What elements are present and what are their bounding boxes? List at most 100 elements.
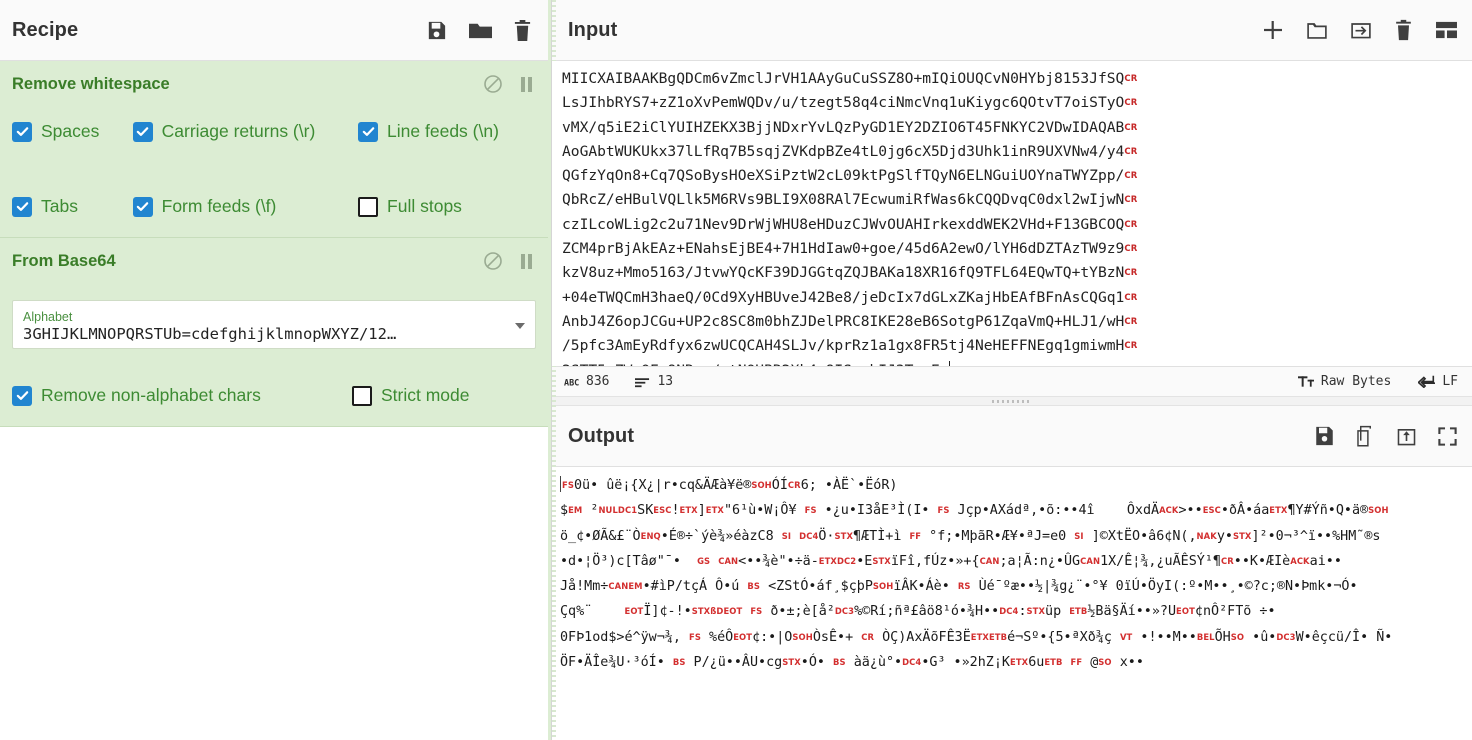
input-encoding-group[interactable]: Raw Bytes bbox=[1297, 374, 1391, 389]
output-header: Output bbox=[552, 406, 1472, 467]
output-text: ••K•ÆIè bbox=[1233, 553, 1291, 569]
control-char-badge: CR bbox=[787, 480, 801, 490]
operation-from-base64[interactable]: From Base64 Alphabet 3GHIJKLMNOPQRSTUb=c… bbox=[0, 238, 548, 427]
reset-pane-layout-icon[interactable] bbox=[1435, 20, 1458, 40]
replace-input-icon[interactable] bbox=[1396, 425, 1417, 447]
maximise-output-icon[interactable] bbox=[1437, 426, 1458, 447]
chevron-down-icon[interactable] bbox=[515, 322, 525, 329]
control-char-badge: VT bbox=[1119, 631, 1133, 642]
arg-tabs[interactable]: Tabs bbox=[12, 196, 133, 217]
input-encoding-value[interactable]: Raw Bytes bbox=[1321, 374, 1391, 389]
control-char-badge: DC2 bbox=[837, 555, 857, 566]
input-header-actions bbox=[1262, 19, 1458, 41]
output-text: P/¿ü••ÂU•cg bbox=[685, 655, 783, 671]
control-char-badge: ETB bbox=[988, 631, 1008, 642]
operation-remove-whitespace[interactable]: Remove whitespace Spaces Carriage return… bbox=[0, 61, 548, 238]
output-line: FS0ü• ûë¡{X¿|r•cq&ÄÆà¥ë®SOHÓÍCR6; •ÀË`•Ë… bbox=[560, 473, 1466, 498]
input-line: czILcoWLig2c2u71Nev9DrWjWHU8eHDuzCJWvOUA… bbox=[562, 215, 1138, 233]
control-char-badge: CAN bbox=[608, 581, 629, 592]
input-header: Input bbox=[552, 0, 1472, 61]
checkbox-spaces[interactable] bbox=[12, 121, 32, 142]
output-text: "6¹ù•W¡Ô¥ bbox=[724, 503, 805, 519]
open-folder-icon[interactable] bbox=[1306, 20, 1328, 41]
input-line: +04eTWQCmH3haeQ/0Cd9XyHBUveJ42Be8/jeDcIx… bbox=[562, 288, 1138, 306]
input-textarea[interactable]: MIICXAIBAAKBgQDCm6vZmclJrVH1AAyGuCuSSZ8O… bbox=[552, 61, 1472, 366]
alphabet-value[interactable]: 3GHIJKLMNOPQRSTUb=cdefghijklmnopWXYZ/12… bbox=[23, 324, 525, 344]
output-text: ¢:•|O bbox=[752, 629, 793, 645]
open-folder-as-input-icon[interactable] bbox=[1350, 20, 1372, 41]
arg-line-feeds[interactable]: Line feeds (\n) bbox=[358, 121, 536, 142]
input-line: kzV8uz+Mmo5163/JtvwYQcKF39DJGGtqZQJBAKa1… bbox=[562, 264, 1138, 282]
arg-carriage-returns[interactable]: Carriage returns (\r) bbox=[132, 121, 358, 142]
control-char-badge: FF bbox=[1070, 657, 1083, 668]
arg-remove-non-alphabet-chars[interactable]: Remove non-alphabet chars bbox=[12, 385, 352, 406]
arg-full-stops[interactable]: Full stops bbox=[358, 196, 536, 217]
output-text: <ZStÓ•áf¸$çþP bbox=[760, 579, 873, 595]
operation-arguments: Remove non-alphabet chars Strict mode bbox=[0, 385, 548, 406]
arg-strict-mode[interactable]: Strict mode bbox=[352, 385, 532, 406]
control-char-badge: EOT bbox=[624, 606, 644, 617]
save-output-icon[interactable] bbox=[1314, 425, 1335, 447]
alphabet-field[interactable]: Alphabet 3GHIJKLMNOPQRSTUb=cdefghijklmno… bbox=[12, 300, 536, 349]
input-status-right: Raw Bytes LF bbox=[1280, 374, 1458, 389]
output-text: ai•• bbox=[1309, 553, 1342, 569]
output-text: •d•¦Ö³)c[Tâø"¯• bbox=[560, 553, 698, 569]
disable-icon[interactable] bbox=[483, 74, 503, 94]
breakpoint-pause-icon[interactable] bbox=[521, 253, 532, 269]
output-text: ² bbox=[582, 503, 599, 519]
splitter-grip bbox=[992, 399, 1032, 403]
output-text: üp bbox=[1045, 604, 1070, 620]
checkbox-full-stops[interactable] bbox=[358, 196, 379, 217]
control-char-badge: STX bbox=[691, 606, 711, 617]
checkbox-carriage-returns[interactable] bbox=[132, 121, 153, 142]
control-char-badge: BEL bbox=[1196, 631, 1215, 642]
output-text: $ bbox=[560, 503, 569, 519]
control-char-badge: SOH bbox=[1368, 505, 1389, 516]
checkbox-strict-mode[interactable] bbox=[352, 385, 372, 406]
control-char-badge: CAN bbox=[1080, 555, 1101, 566]
output-text: ð•±;è[å² bbox=[762, 604, 835, 620]
clear-input-icon[interactable] bbox=[1394, 19, 1413, 41]
recipe-header-actions bbox=[425, 19, 532, 42]
output-text: 0ü• ûë¡{X¿|r•cq&ÄÆà¥ë® bbox=[573, 478, 752, 493]
checkbox-remove-non-alphabet-chars[interactable] bbox=[12, 385, 32, 406]
operation-title: From Base64 bbox=[12, 251, 116, 270]
breakpoint-pause-icon[interactable] bbox=[521, 76, 532, 92]
checkbox-form-feeds[interactable] bbox=[132, 196, 153, 217]
input-line-ending-group[interactable]: LF bbox=[1418, 374, 1458, 389]
control-char-badge: ACK bbox=[1290, 555, 1310, 566]
carriage-return-badge: CR bbox=[1124, 146, 1138, 157]
load-recipe-icon[interactable] bbox=[468, 19, 493, 42]
output-line: ÖF•ÄÎe¾U·³óÍ• BS P/¿ü••ÂU•cgSTX•Ó• BS àä… bbox=[560, 650, 1466, 675]
output-text: •É®÷`ýè¾»éàzC8 bbox=[660, 528, 782, 544]
copy-output-icon[interactable] bbox=[1355, 425, 1376, 447]
checkbox-tabs[interactable] bbox=[12, 196, 32, 217]
output-textarea[interactable]: FS0ü• ûë¡{X¿|r•cq&ÄÆà¥ë®SOHÓÍCR6; •ÀË`•Ë… bbox=[552, 467, 1472, 740]
arg-spaces[interactable]: Spaces bbox=[12, 121, 133, 142]
add-input-tab-icon[interactable] bbox=[1262, 19, 1284, 41]
output-text: ¶Y#Ýñ•Q•ä® bbox=[1287, 503, 1369, 519]
control-char-badge: SOH bbox=[792, 631, 813, 642]
recipe-title: Recipe bbox=[12, 18, 79, 41]
control-char-badge: DC3 bbox=[834, 606, 855, 617]
label-remove-non-alphabet-chars: Remove non-alphabet chars bbox=[41, 385, 261, 405]
disable-icon[interactable] bbox=[483, 251, 503, 271]
input-lines-value: 13 bbox=[657, 374, 674, 389]
clear-recipe-icon[interactable] bbox=[513, 19, 532, 42]
recipe-operation-list[interactable]: Remove whitespace Spaces Carriage return… bbox=[0, 61, 548, 740]
control-char-badge: ETX bbox=[818, 555, 837, 566]
horizontal-splitter[interactable] bbox=[552, 396, 1472, 406]
output-text: 0FÞ1od$>é^ÿw¬¾, bbox=[560, 629, 689, 645]
output-text: •#ìP/tçÁ Ô•ú bbox=[642, 579, 748, 595]
arg-form-feeds[interactable]: Form feeds (\f) bbox=[132, 196, 358, 217]
input-line: /5pfc3AmEyRdfyx6zwUCQCAH4SLJv/kprRz1a1gx… bbox=[562, 337, 1138, 355]
control-char-badge: SOH bbox=[751, 480, 772, 490]
checkbox-line-feeds[interactable] bbox=[358, 121, 379, 142]
output-text: °f;•MþãR•Æ¥•ªJ=e0 bbox=[921, 528, 1075, 544]
input-lines-group: 13 bbox=[635, 374, 673, 389]
operation-controls bbox=[483, 74, 532, 94]
save-recipe-icon[interactable] bbox=[425, 19, 448, 42]
input-line-ending-value[interactable]: LF bbox=[1442, 374, 1458, 389]
input-length-group: ABC 836 bbox=[564, 374, 609, 389]
